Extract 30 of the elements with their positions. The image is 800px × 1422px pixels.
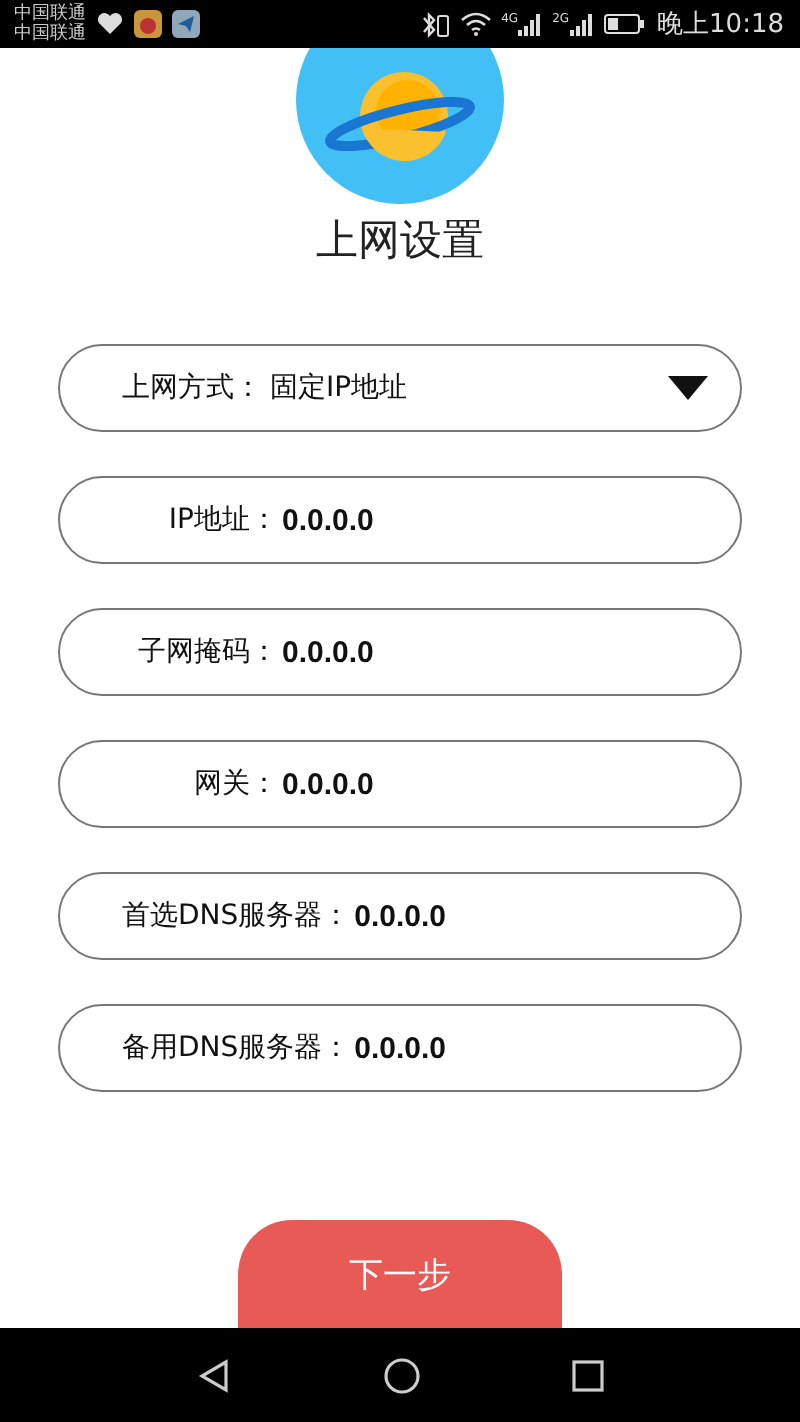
app-icon	[134, 10, 162, 38]
clock: 晚上10:18	[657, 8, 784, 42]
send-icon	[172, 10, 200, 38]
input-field[interactable]: 0.0.0.0	[282, 503, 522, 537]
field-label: 首选DNS服务器：	[122, 898, 351, 934]
field-label: 网关：	[192, 766, 278, 802]
page-title: 上网设置	[316, 214, 484, 268]
field-label: 上网方式：	[122, 370, 262, 406]
back-icon[interactable]	[196, 1357, 232, 1393]
heart-icon	[96, 12, 124, 36]
carrier-name: 中国联通	[14, 4, 86, 24]
recent-apps-icon[interactable]	[572, 1359, 604, 1391]
bluetooth-icon	[421, 11, 450, 37]
planet-logo-icon	[296, 48, 504, 204]
dropdown-field[interactable]: 上网方式： 固定IP地址	[58, 344, 742, 432]
carrier-name: 中国联通	[14, 24, 86, 44]
home-icon[interactable]	[384, 1357, 420, 1393]
selected-value: 固定IP地址	[270, 370, 408, 406]
field-label: 子网掩码：	[136, 634, 278, 670]
input-field[interactable]: 0.0.0.0	[354, 1031, 595, 1065]
signal-icon	[518, 13, 543, 35]
input-field[interactable]: 0.0.0.0	[282, 635, 522, 669]
signal-icon	[569, 13, 594, 35]
wifi-icon	[459, 12, 492, 36]
field-label: IP地址：	[166, 502, 278, 538]
input-field[interactable]: 0.0.0.0	[354, 899, 595, 933]
field-label: 备用DNS服务器：	[122, 1030, 351, 1066]
battery-icon	[603, 14, 644, 34]
input-field[interactable]: 0.0.0.0	[282, 767, 522, 801]
dropdown-arrow-icon	[668, 376, 708, 400]
